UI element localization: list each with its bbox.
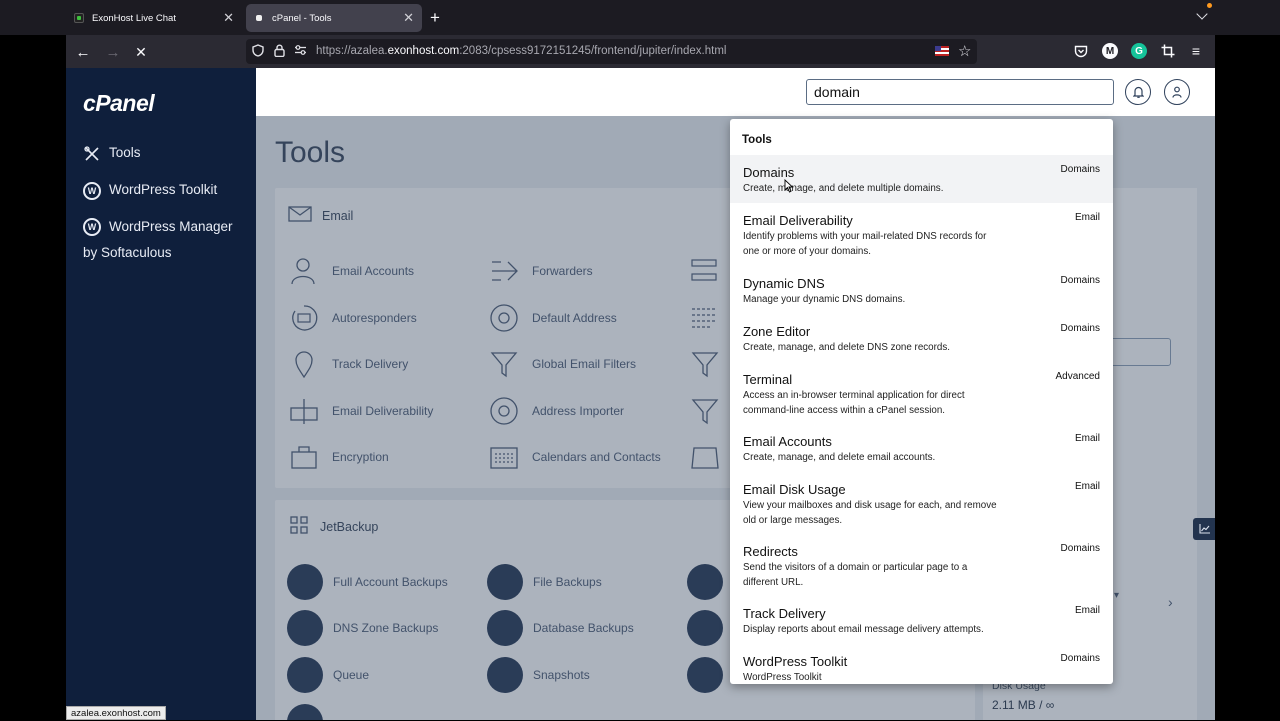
sidebar-item-tools[interactable]: Tools [83, 145, 141, 163]
sidebar-item-wordpress-manager[interactable]: W WordPress Manager by Softaculous [83, 214, 243, 266]
result-item-wordpress-toolkit[interactable]: WordPress Toolkit WordPress Toolkit Doma… [730, 643, 1113, 684]
grammarly-icon[interactable]: G [1131, 43, 1147, 59]
result-item-email-deliverability[interactable]: Email Deliverability Identify problems w… [730, 203, 1113, 265]
notification-dot-icon [1207, 3, 1212, 8]
account-icon[interactable]: M [1102, 43, 1118, 59]
bookmark-star-icon[interactable]: ☆ [958, 42, 971, 60]
tab-favicon-icon [74, 13, 84, 23]
wordpress-icon: W [83, 182, 101, 200]
forward-arrow-icon[interactable]: → [102, 41, 124, 63]
disk-usage-value: 2.11 MB / ∞ [992, 698, 1055, 712]
search-results-dropdown: Tools Domains Create, manage, and delete… [730, 119, 1113, 684]
wordpress-icon: W [83, 218, 101, 236]
results-group-heading: Tools [742, 134, 772, 146]
url-text[interactable]: https://azalea.exonhost.com:2083/cpsess9… [316, 45, 726, 57]
sidebar-item-label: WordPress Manager by Softaculous [83, 219, 233, 260]
tab-exonhost-live-chat[interactable]: ExonHost Live Chat ✕ [66, 4, 242, 32]
result-item-track-delivery[interactable]: Track Delivery Display reports about ema… [730, 595, 1113, 643]
status-bar-url: azalea.exonhost.com [66, 706, 166, 720]
screen: ExonHost Live Chat ✕ cPanel - Tools ✕ + … [0, 0, 1280, 720]
mouse-cursor-icon [784, 179, 794, 193]
sidebar-item-label: Tools [109, 145, 141, 160]
permissions-icon[interactable] [294, 44, 307, 59]
tab-cpanel-tools[interactable]: cPanel - Tools ✕ [246, 4, 422, 32]
browser-tab-bar: ExonHost Live Chat ✕ cPanel - Tools ✕ + [0, 0, 1280, 35]
cpanel-logo[interactable]: cPanel [83, 90, 155, 117]
close-tab-icon[interactable]: ✕ [223, 10, 234, 26]
tools-icon [83, 145, 101, 163]
back-arrow-icon[interactable]: ← [72, 41, 94, 63]
result-item-redirects[interactable]: Redirects Send the visitors of a domain … [730, 533, 1113, 595]
close-tab-icon[interactable]: ✕ [403, 10, 414, 26]
list-all-tabs-chevron-icon[interactable] [1196, 8, 1208, 20]
sidebar-item-label: WordPress Toolkit [109, 182, 218, 197]
tab-favicon-icon [256, 15, 262, 21]
screenshot-icon[interactable] [1160, 43, 1176, 59]
tab-title: ExonHost Live Chat [92, 12, 176, 24]
new-tab-plus-icon[interactable]: + [430, 8, 440, 28]
user-icon[interactable] [1164, 79, 1190, 105]
result-item-zone-editor[interactable]: Zone Editor Create, manage, and delete D… [730, 313, 1113, 361]
stats-graph-icon[interactable] [1193, 518, 1215, 540]
browser-nav-bar: ← → ✕ https://azalea.exonhost.com:2083/c… [66, 35, 1215, 68]
lock-icon[interactable] [274, 44, 285, 60]
bell-icon[interactable] [1125, 79, 1151, 105]
result-item-email-accounts[interactable]: Email Accounts Create, manage, and delet… [730, 423, 1113, 471]
result-item-email-disk-usage[interactable]: Email Disk Usage View your mailboxes and… [730, 471, 1113, 533]
address-bar[interactable]: https://azalea.exonhost.com:2083/cpsess9… [246, 39, 977, 64]
cpanel-header [256, 68, 1215, 116]
search-input[interactable] [806, 79, 1114, 105]
result-item-terminal[interactable]: Terminal Access an in-browser terminal a… [730, 361, 1113, 423]
sidebar-item-wordpress-toolkit[interactable]: W WordPress Toolkit [83, 182, 217, 200]
shield-icon[interactable] [252, 44, 264, 60]
us-flag-icon[interactable] [935, 46, 949, 56]
menu-icon[interactable]: ≡ [1188, 43, 1204, 59]
cpanel-sidebar: cPanel Tools W WordPress Toolkit W WordP… [66, 68, 256, 720]
result-item-dynamic-dns[interactable]: Dynamic DNS Manage your dynamic DNS doma… [730, 265, 1113, 313]
tab-title: cPanel - Tools [272, 12, 332, 24]
pocket-icon[interactable] [1073, 43, 1089, 59]
stop-loading-icon[interactable]: ✕ [130, 41, 152, 63]
